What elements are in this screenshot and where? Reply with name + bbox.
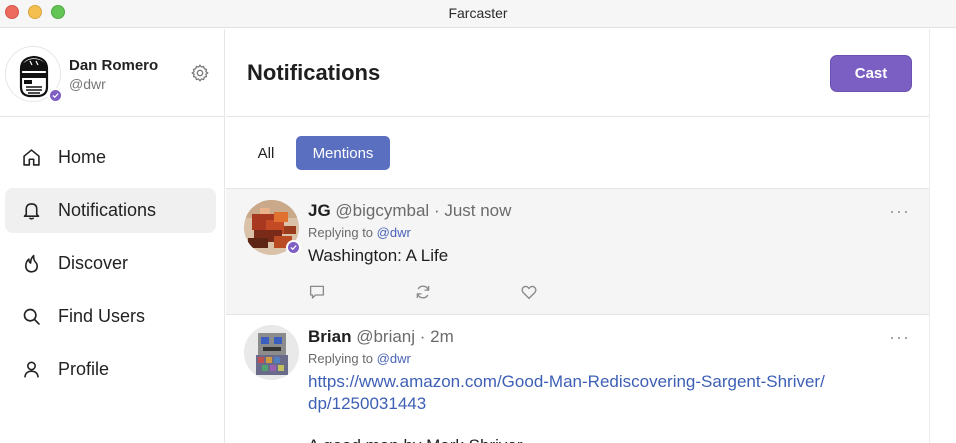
sidebar-item-label: Find Users [58, 306, 146, 326]
cast-separator: · [429, 201, 445, 220]
sidebar-item-find-users[interactable]: Find Users [5, 294, 216, 339]
cast-author-name[interactable]: Brian [308, 327, 351, 346]
bell-icon [23, 203, 40, 220]
replying-to: Replying to @dwr [308, 225, 411, 240]
replying-to-handle[interactable]: @dwr [377, 225, 411, 240]
sidebar-item-discover[interactable]: Discover [5, 241, 216, 286]
profile-handle: @dwr [69, 76, 106, 92]
replying-prefix: Replying to [308, 225, 374, 240]
main-header: Notifications Cast [226, 29, 929, 117]
cast-text: Washington: A Life [308, 246, 449, 265]
sidebar-item-label: Discover [58, 253, 129, 273]
sidebar-item-profile[interactable]: Profile [5, 347, 216, 392]
more-options-icon[interactable]: ··· [889, 201, 910, 222]
verified-badge-icon [286, 240, 301, 255]
main-panel: Notifications Cast All Mentions JG @bigc… [226, 29, 929, 443]
reply-icon[interactable] [308, 283, 326, 301]
profile-card[interactable]: Dan Romero @dwr [0, 29, 225, 117]
replying-prefix: Replying to [308, 351, 374, 366]
profile-name: Dan Romero [69, 57, 159, 74]
cast-author-name[interactable]: JG [308, 201, 331, 220]
search-icon [23, 308, 40, 325]
avatar[interactable] [244, 200, 301, 255]
flame-icon [25, 254, 38, 273]
sidebar-item-label: Notifications [58, 200, 157, 220]
more-options-icon[interactable]: ··· [889, 327, 910, 348]
notification-cast[interactable]: JG @bigcymbal · Just now Replying to @dw… [226, 189, 929, 315]
cast-time: 2m [430, 327, 454, 346]
cast-link[interactable]: https://www.amazon.com/Good-Man-Rediscov… [308, 371, 828, 415]
recast-icon[interactable] [414, 283, 432, 301]
home-icon [23, 149, 40, 166]
cast-body: https://www.amazon.com/Good-Man-Rediscov… [308, 371, 868, 443]
cast-button[interactable]: Cast [830, 55, 912, 92]
cast-separator: · [415, 327, 431, 346]
cast-author-handle[interactable]: @brianj [356, 327, 415, 346]
window-title: Farcaster [448, 5, 508, 21]
tab-all[interactable]: All [246, 136, 286, 170]
avatar[interactable] [5, 46, 63, 103]
sidebar-item-home[interactable]: Home [5, 135, 216, 180]
sidebar-item-label: Profile [58, 359, 110, 379]
like-heart-icon[interactable] [520, 283, 538, 301]
sidebar-item-label: Home [58, 147, 107, 167]
cast-header: JG @bigcymbal · Just now [308, 201, 511, 221]
brian-avatar-image [244, 325, 299, 380]
gear-icon[interactable] [190, 63, 210, 83]
cast-header: Brian @brianj · 2m [308, 327, 454, 347]
cast-time: Just now [444, 201, 512, 220]
notification-filter-tabs: All Mentions [226, 117, 929, 189]
user-icon [24, 361, 39, 378]
right-gutter [929, 29, 956, 443]
window-titlebar: Farcaster [0, 0, 956, 28]
replying-to: Replying to @dwr [308, 351, 411, 366]
cast-author-handle[interactable]: @bigcymbal [335, 201, 429, 220]
notification-cast[interactable]: Brian @brianj · 2m Replying to @dwr http… [226, 315, 929, 443]
page-title: Notifications [247, 60, 381, 85]
sidebar-item-notifications[interactable]: Notifications [5, 188, 216, 233]
replying-to-handle[interactable]: @dwr [377, 351, 411, 366]
tab-mentions[interactable]: Mentions [296, 136, 390, 170]
sidebar: Dan Romero @dwr Home Notifications Disco… [0, 29, 225, 443]
avatar[interactable] [244, 325, 299, 380]
cast-text: A good man by Mark Shriver [308, 435, 868, 443]
verified-badge-icon [48, 88, 63, 103]
